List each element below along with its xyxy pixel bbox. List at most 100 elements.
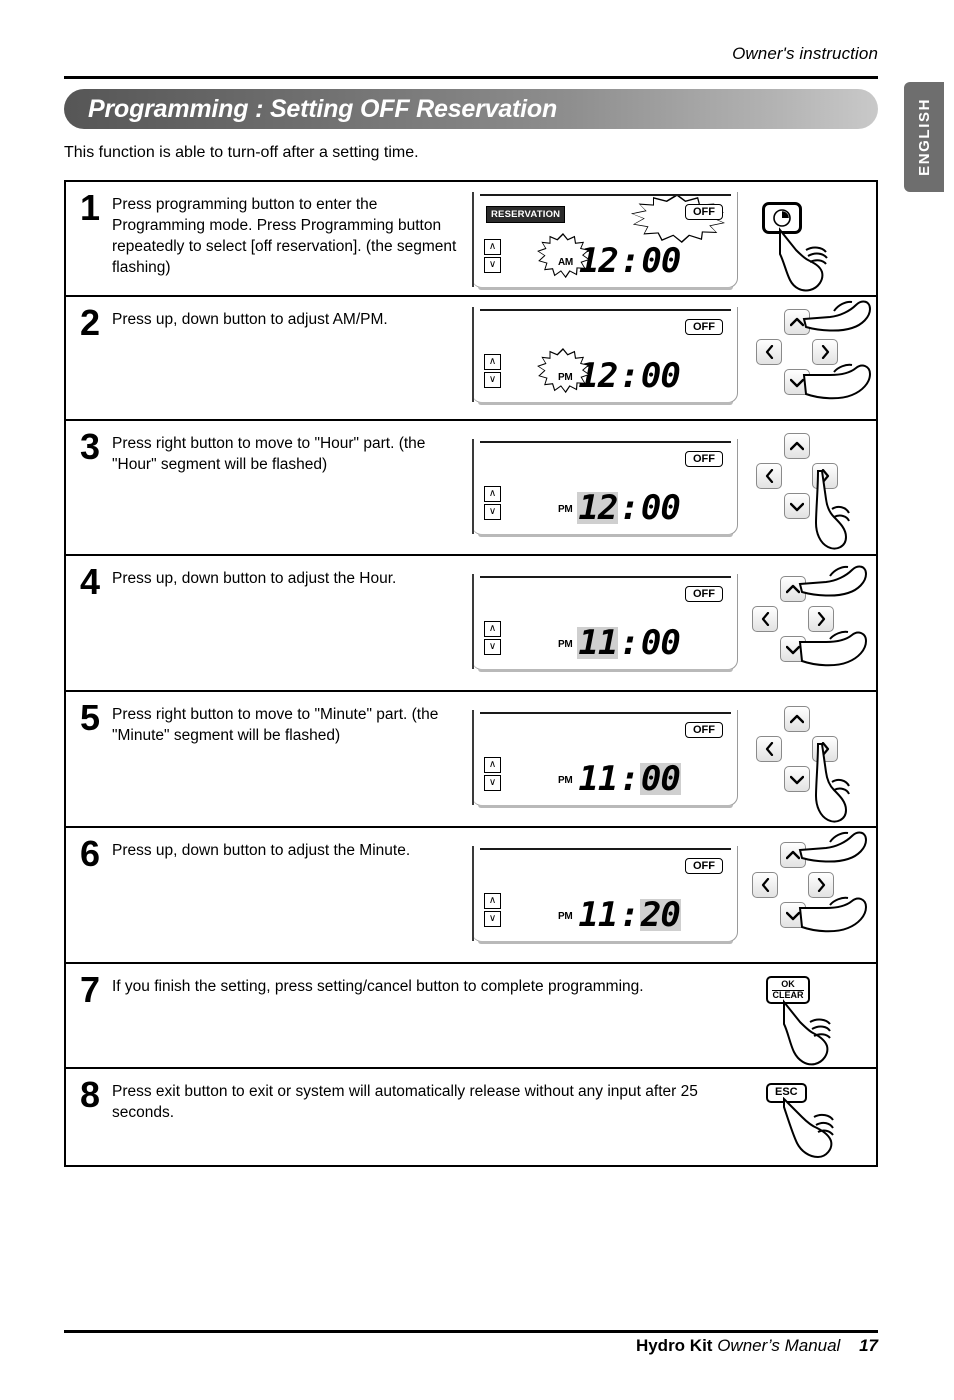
lcd-time: PM 12:00: [558, 487, 681, 528]
minute-digits: 00: [640, 622, 681, 663]
chevron-down-icon: [790, 775, 804, 784]
off-badge: OFF: [685, 451, 723, 467]
lcd-shadow: [478, 287, 733, 290]
off-flash-starburst: [619, 194, 735, 246]
pointing-hand-icon: [814, 470, 850, 550]
left-button[interactable]: [752, 606, 778, 632]
ampm-indicator: PM: [558, 911, 573, 922]
table-row: 8 Press exit button to exit or system wi…: [66, 1069, 876, 1165]
left-button[interactable]: [756, 736, 782, 762]
remote-control-illustration: [742, 556, 876, 690]
page-number: 17: [859, 1336, 878, 1355]
chevron-left-icon: [765, 345, 773, 359]
time-digits: 11:00: [577, 758, 681, 799]
hour-digits: 12: [577, 487, 619, 528]
language-tab-label: ENGLISH: [915, 98, 933, 176]
step-number: 7: [80, 969, 101, 1010]
table-row: 3 Press right button to move to "Hour" p…: [66, 421, 876, 556]
hour-digits: 11: [577, 622, 619, 663]
remote-control-illustration: OK CLEAR: [752, 964, 876, 1067]
table-row: 5 Press right button to move to "Minute"…: [66, 692, 876, 828]
lcd-time: PM 11:20: [558, 894, 681, 935]
page-footer: Hydro Kit Owner’s Manual 17: [64, 1336, 878, 1356]
lcd-time: PM 11:00: [558, 622, 681, 663]
right-button[interactable]: [812, 339, 838, 365]
minute-digits: 00: [639, 758, 681, 799]
lcd-updown-indicator: ∧ ∨: [484, 621, 501, 655]
down-arrow-indicator: ∨: [484, 504, 501, 520]
time-digits: 11:00: [577, 622, 681, 663]
up-button[interactable]: [784, 706, 810, 732]
time-digits: 12:00: [578, 240, 681, 281]
pointing-hand-icon: [783, 999, 831, 1066]
remote-control-illustration: ESC: [752, 1069, 876, 1165]
lcd-shadow: [478, 669, 733, 672]
time-digits: 11:20: [577, 894, 681, 935]
lcd-display-panel: OFF ∧ ∨ PM 12:00: [472, 421, 742, 554]
remote-control-illustration: [742, 692, 876, 826]
step-text: Press up, down button to adjust the Hour…: [112, 570, 397, 587]
lcd-display-panel: OFF ∧ ∨ PM 12:00: [472, 297, 742, 419]
time-digits: 12:00: [577, 359, 680, 393]
chevron-left-icon: [761, 612, 769, 626]
lcd-updown-indicator: ∧ ∨: [484, 239, 501, 273]
time-separator: :: [619, 487, 640, 528]
page-title: Programming : Setting OFF Reservation: [88, 94, 558, 123]
pointing-hand-icon: [783, 1097, 834, 1159]
lcd-updown-indicator: ∧ ∨: [484, 354, 501, 388]
down-arrow-indicator: ∨: [484, 639, 501, 655]
table-row: 4 Press up, down button to adjust the Ho…: [66, 556, 876, 692]
remote-control-illustration: [742, 828, 876, 962]
chevron-left-icon: [765, 742, 773, 756]
reservation-badge: RESERVATION: [486, 206, 566, 223]
table-row: 1 Press programming button to enter the …: [66, 182, 876, 297]
step-text: If you finish the setting, press setting…: [112, 978, 644, 995]
pointing-hand-icon: [814, 743, 850, 823]
off-badge: OFF: [685, 858, 723, 874]
pointing-hand-icon: [802, 363, 872, 400]
step-number: 1: [80, 187, 101, 228]
up-arrow-indicator: ∧: [484, 239, 501, 255]
header-divider: [64, 76, 878, 79]
ampm-indicator: PM: [558, 639, 573, 650]
lcd-shadow: [478, 534, 733, 537]
ampm-indicator: PM: [558, 775, 573, 786]
step-text: Press right button to move to "Minute" p…: [112, 706, 439, 745]
left-button[interactable]: [756, 463, 782, 489]
down-arrow-indicator: ∨: [484, 372, 501, 388]
left-button[interactable]: [752, 872, 778, 898]
down-arrow-indicator: ∨: [484, 257, 501, 273]
lcd-display-panel: OFF ∧ ∨ PM 11:00: [472, 692, 742, 826]
up-arrow-indicator: ∧: [484, 486, 501, 502]
pointing-hand-icon: [802, 300, 872, 332]
up-arrow-indicator: ∧: [484, 893, 501, 909]
minute-digits: 00: [641, 240, 681, 281]
steps-table: 1 Press programming button to enter the …: [64, 180, 878, 1167]
lcd-display-panel: OFF ∧ ∨ PM 11:00: [472, 556, 742, 690]
pointing-hand-icon: [798, 630, 868, 667]
language-tab-english: ENGLISH: [904, 82, 944, 192]
chevron-right-icon: [817, 878, 825, 892]
up-arrow-indicator: ∧: [484, 354, 501, 370]
right-button[interactable]: [808, 872, 834, 898]
right-button[interactable]: [808, 606, 834, 632]
hour-digits: 11: [578, 894, 618, 935]
time-separator: :: [619, 622, 640, 663]
chevron-up-icon: [790, 441, 804, 450]
step-text: Press right button to move to "Hour" par…: [112, 435, 426, 474]
ampm-indicator: PM: [558, 372, 573, 383]
time-separator: :: [619, 758, 640, 799]
lcd-shadow: [478, 805, 733, 808]
owners-instruction-label: Owner's instruction: [732, 44, 878, 63]
time-digits: 12:00: [577, 487, 681, 528]
time-separator: :: [619, 240, 641, 281]
chevron-up-icon: [790, 714, 804, 723]
ampm-indicator: AM: [558, 257, 573, 268]
step-number: 4: [80, 561, 101, 602]
down-arrow-indicator: ∨: [484, 911, 501, 927]
manual-label: Owner’s Manual: [717, 1336, 841, 1355]
off-badge: OFF: [685, 586, 723, 602]
left-button[interactable]: [756, 339, 782, 365]
up-button[interactable]: [784, 433, 810, 459]
page-header: Owner's instruction: [64, 44, 878, 64]
